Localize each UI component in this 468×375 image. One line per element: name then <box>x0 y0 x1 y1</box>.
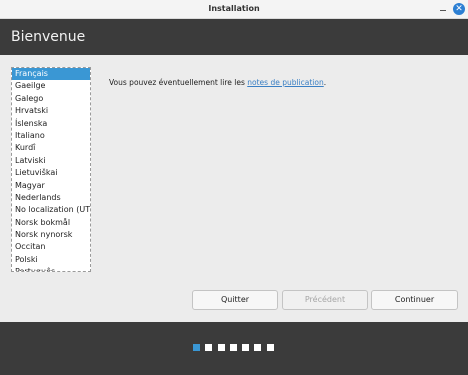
window-titlebar: Installation ✕ <box>0 0 468 19</box>
language-item[interactable]: Italiano <box>12 130 90 142</box>
release-notes-prefix: Vous pouvez éventuellement lire les <box>109 78 248 87</box>
close-icon[interactable]: ✕ <box>453 3 465 15</box>
language-item[interactable]: Polski <box>12 254 90 266</box>
minimize-icon[interactable] <box>437 3 449 15</box>
language-item[interactable]: Gaeilge <box>12 80 90 92</box>
progress-dot <box>242 344 250 351</box>
footer-bar <box>0 322 468 375</box>
window-title: Installation <box>208 4 260 13</box>
progress-dots <box>193 344 274 351</box>
progress-dot <box>193 344 200 351</box>
language-item[interactable]: Português <box>12 266 90 271</box>
continue-button[interactable]: Continuer <box>371 290 458 310</box>
progress-dot <box>266 344 274 351</box>
language-item[interactable]: Hrvatski <box>12 105 90 117</box>
language-item[interactable]: Nederlands <box>12 192 90 204</box>
language-item[interactable]: Íslenska <box>12 118 90 130</box>
language-item[interactable]: Magyar <box>12 180 90 192</box>
page-title: Bienvenue <box>11 29 86 45</box>
language-list[interactable]: Français Gaeilge Galego Hrvatski Íslenska Ita… <box>11 67 91 272</box>
language-item[interactable]: Norsk bokmål <box>12 217 90 229</box>
release-notes-suffix: . <box>323 78 327 87</box>
language-item[interactable]: Latviski <box>12 155 90 167</box>
progress-dot <box>205 344 213 351</box>
progress-dot <box>229 344 237 351</box>
progress-dot <box>217 344 225 351</box>
language-item[interactable]: Français <box>12 68 90 81</box>
language-item[interactable]: Kurdî <box>12 142 90 154</box>
progress-dot <box>254 344 262 351</box>
release-notes-link[interactable]: notes de publication <box>247 78 323 87</box>
language-item[interactable]: Norsk nynorsk <box>12 229 90 241</box>
language-item[interactable]: No localization (UTF-8) <box>12 204 90 216</box>
release-notes-text: Vous pouvez éventuellement lire les note… <box>109 78 326 87</box>
language-item[interactable]: Galego <box>12 93 90 105</box>
quit-button[interactable]: Quitter <box>192 290 278 310</box>
language-item[interactable]: Lietuviškai <box>12 167 90 179</box>
page-header: Bienvenue <box>0 19 468 55</box>
language-item[interactable]: Occitan <box>12 241 90 253</box>
previous-button[interactable]: Précédent <box>282 290 368 310</box>
main-content: Français Gaeilge Galego Hrvatski Íslenska Ita… <box>0 55 468 322</box>
